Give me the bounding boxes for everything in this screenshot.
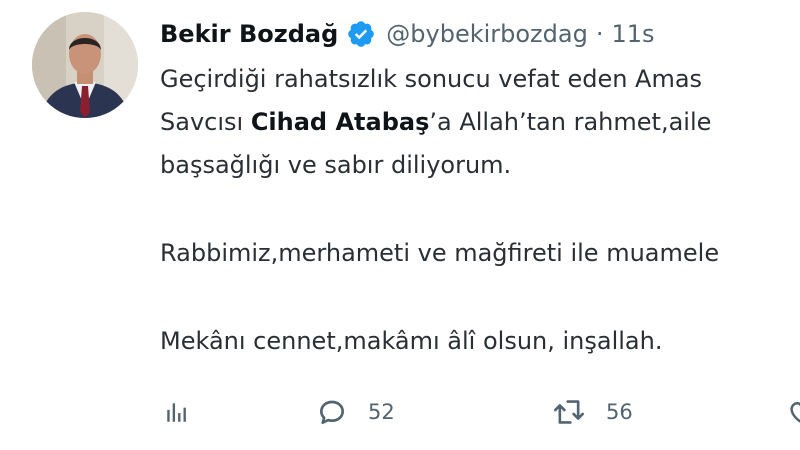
reply-button[interactable]: 52 [316,390,395,434]
retweet-count: 56 [606,400,633,424]
reply-count: 52 [368,400,395,424]
tweet-text-line: Savcısı Cihad Atabaş’a Allah’tan rahmet,… [160,101,800,144]
tweet-text-line: Rabbimiz,merhameti ve mağfireti ile muam… [160,239,720,267]
like-button[interactable] [786,390,800,434]
like-icon [786,397,800,427]
retweet-icon [552,396,586,428]
analytics-button[interactable] [164,390,190,434]
separator-dot: · [595,20,604,48]
reply-icon [316,396,348,428]
verified-badge-icon [346,19,376,49]
analytics-icon [164,399,190,425]
tweet-text: Geçirdiği rahatsızlık sonucu vefat eden … [160,58,800,363]
bold-name: Cihad Atabaş [250,108,430,136]
tweet-text-line: başsağlığı ve sabır diliyorum. [160,151,512,179]
tweet-header: Bekir Bozdağ @bybekirbozdag · 11s [160,14,655,54]
tweet-actions: 52 56 [160,390,800,434]
tweet-text-line: Geçirdiği rahatsızlık sonucu vefat eden … [160,65,703,93]
author-handle[interactable]: @bybekirbozdag [386,20,588,48]
tweet-text-line: Mekânı cennet,makâmı âlî olsun, inşallah… [160,327,663,355]
tweet-card[interactable]: Bekir Bozdağ @bybekirbozdag · 11s Geçird… [0,0,800,450]
avatar-photo [32,12,138,118]
retweet-button[interactable]: 56 [552,390,633,434]
author-name[interactable]: Bekir Bozdağ [160,20,338,48]
tweet-text-segment: Savcısı [160,108,251,136]
tweet-text-segment: ’a Allah’tan rahmet,aile [429,108,712,136]
tweet-timestamp[interactable]: 11s [611,20,654,48]
avatar[interactable] [32,12,138,118]
